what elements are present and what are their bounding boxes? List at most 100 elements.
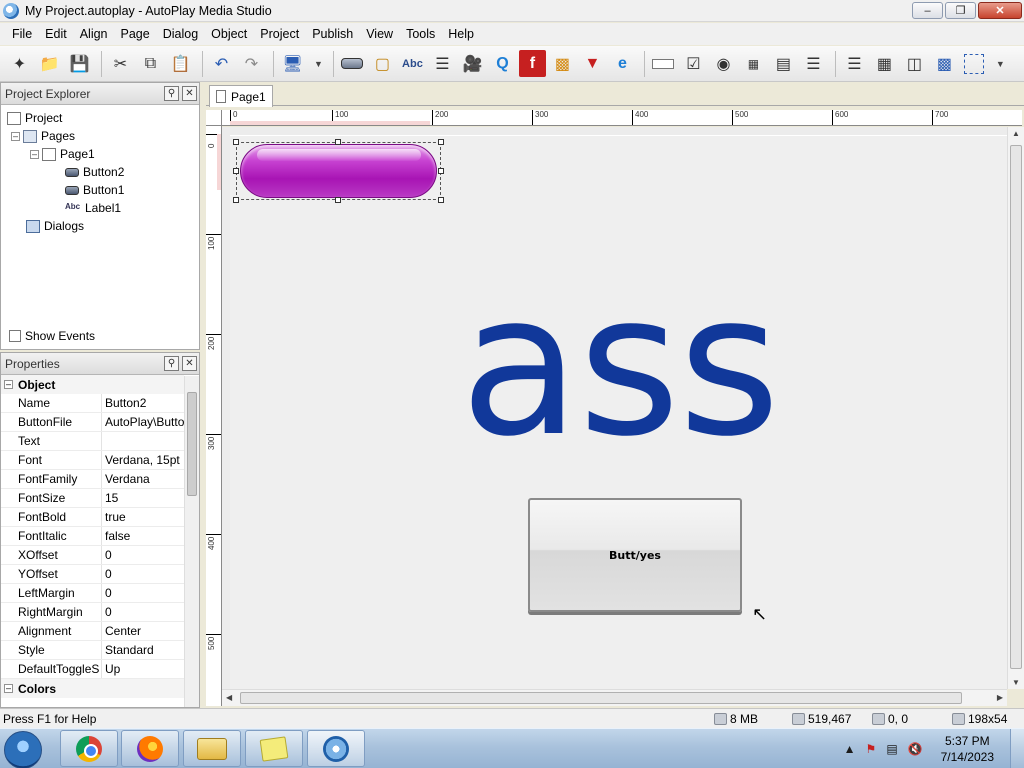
restore-button[interactable]: ❐ [945,2,976,19]
undo-icon[interactable]: ↶ [208,50,235,77]
resize-handle[interactable] [438,197,444,203]
grid-object-icon[interactable]: ▦ [871,50,898,77]
property-value[interactable]: Button2 [102,394,184,412]
resize-handle[interactable] [438,139,444,145]
property-group-colors[interactable]: – Colors [1,679,184,698]
property-value[interactable]: 15 [102,489,184,507]
show-desktop-button[interactable] [1010,729,1024,768]
pdf-object-icon[interactable]: ▼ [579,50,606,77]
action-center-icon[interactable]: ⚑ [866,742,877,756]
video-object-icon[interactable]: 🎥 [459,50,486,77]
tree-item-pages[interactable]: – Pages [11,127,75,145]
redo-icon[interactable]: ↷ [238,50,265,77]
collapse-icon[interactable]: – [30,149,39,159]
property-value[interactable]: Up [102,660,184,678]
page-design-area[interactable]: ass Butt/yes ↖ [222,127,1007,689]
scroll-right-icon[interactable]: ▶ [997,693,1003,702]
flash-object-icon[interactable]: f [518,50,546,77]
taskbar-sticky-notes[interactable] [245,730,303,767]
property-value[interactable]: Verdana [102,470,184,488]
taskbar-firefox[interactable] [121,730,179,767]
scrollbar-thumb[interactable] [240,692,962,704]
tab-page1[interactable]: Page1 [209,85,273,107]
tree-item-dialogs[interactable]: Dialogs [26,217,84,235]
menu-page[interactable]: Page [115,25,156,43]
resize-handle[interactable] [438,168,444,174]
cut-icon[interactable]: ✂ [107,50,134,77]
property-value[interactable]: 0 [102,603,184,621]
toolbar-overflow-icon[interactable]: ▼ [314,59,323,69]
show-events-checkbox[interactable]: Show Events [9,329,95,343]
toolbar-overflow-icon[interactable]: ▼ [996,59,1005,69]
button-object-icon[interactable] [339,50,366,77]
resize-handle[interactable] [335,197,341,203]
save-icon[interactable]: 💾 [66,50,93,77]
network-icon[interactable]: ▤ [886,742,897,756]
property-row[interactable]: DefaultToggleS Up [1,660,184,679]
property-value[interactable]: true [102,508,184,526]
input-object-icon[interactable] [650,50,677,77]
taskbar-explorer[interactable] [183,730,241,767]
listbox-object-icon[interactable]: ▤ [770,50,797,77]
menu-dialog[interactable]: Dialog [157,25,204,43]
resize-handle[interactable] [233,139,239,145]
menu-file[interactable]: File [6,25,38,43]
scroll-up-icon[interactable]: ▲ [1012,129,1020,138]
web-object-icon[interactable]: e [609,50,636,77]
checkbox-object-icon[interactable]: ☑ [680,50,707,77]
open-folder-icon[interactable]: 📁 [36,50,63,77]
property-value[interactable]: Center [102,622,184,640]
menu-edit[interactable]: Edit [39,25,73,43]
tree-item-button1[interactable]: Button1 [65,181,124,199]
copy-icon[interactable]: ⧉ [137,50,164,77]
tree-item-page1[interactable]: – Page1 [30,145,95,163]
slideshow-object-icon[interactable]: ▩ [549,50,576,77]
canvas-vertical-scrollbar[interactable]: ▲ ▼ [1007,127,1024,689]
property-row[interactable]: Font Verdana, 15pt [1,451,184,470]
selection-object-icon[interactable] [961,50,988,77]
property-row[interactable]: Alignment Center [1,622,184,641]
clock[interactable]: 5:37 PM 7/14/2023 [941,733,994,765]
collapse-icon[interactable]: – [4,684,13,693]
menu-object[interactable]: Object [205,25,253,43]
property-row[interactable]: FontFamily Verdana [1,470,184,489]
app-icon[interactable] [3,2,19,19]
paste-icon[interactable]: 📋 [167,50,194,77]
tree-item-label1[interactable]: Abc Label1 [65,199,121,217]
property-row[interactable]: ButtonFile AutoPlay\Butto [1,413,184,432]
taskbar-autoplay[interactable] [307,730,365,767]
scrollbar-thumb[interactable] [1010,145,1022,669]
property-value[interactable] [102,432,184,450]
close-button[interactable]: ✕ [978,2,1022,19]
preview-monitor-icon[interactable]: 🖥 [279,50,306,77]
property-group-object[interactable]: – Object [1,375,184,394]
collapse-icon[interactable]: – [11,131,20,141]
quicktime-object-icon[interactable]: Q [489,50,516,77]
collapse-icon[interactable]: – [4,380,13,389]
pin-icon[interactable]: ⚲ [164,356,179,371]
taskbar-chrome[interactable] [60,730,118,767]
resize-handle[interactable] [335,139,341,145]
menu-publish[interactable]: Publish [306,25,359,43]
new-project-wand-icon[interactable]: ✦ [6,50,33,77]
close-panel-icon[interactable]: ✕ [182,86,197,101]
property-value[interactable]: false [102,527,184,545]
scroll-down-icon[interactable]: ▼ [1012,678,1020,687]
property-row[interactable]: FontBold true [1,508,184,527]
property-row[interactable]: FontSize 15 [1,489,184,508]
property-value[interactable]: AutoPlay\Butto [102,413,184,431]
start-button[interactable] [4,731,42,768]
resize-handle[interactable] [233,197,239,203]
resize-handle[interactable] [233,168,239,174]
property-value[interactable]: 0 [102,584,184,602]
properties-scrollbar[interactable] [184,376,199,707]
close-panel-icon[interactable]: ✕ [182,356,197,371]
property-row[interactable]: LeftMargin 0 [1,584,184,603]
label1-object[interactable]: ass [460,268,780,464]
button1-object[interactable]: Butt/yes [528,498,742,612]
page-canvas[interactable]: ass Butt/yes ↖ [230,135,1007,689]
image-object-icon[interactable]: ▢ [369,50,396,77]
volume-muted-icon[interactable]: 🔇 [908,742,923,756]
property-value[interactable]: Verdana, 15pt [102,451,184,469]
property-value[interactable]: Standard [102,641,184,659]
